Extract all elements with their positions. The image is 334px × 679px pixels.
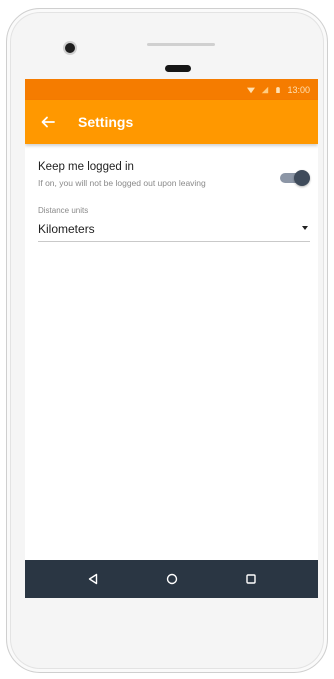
- arrow-left-icon: [41, 116, 55, 128]
- earpiece: [165, 65, 191, 72]
- status-bar: 13:00: [25, 79, 318, 100]
- back-button[interactable]: [38, 112, 58, 132]
- recents-square-icon: [245, 574, 256, 584]
- setting-keep-logged-in[interactable]: Keep me logged in If on, you will not be…: [38, 161, 310, 195]
- front-camera: [65, 43, 75, 53]
- keep-logged-in-toggle[interactable]: [280, 170, 310, 186]
- toggle-thumb: [294, 170, 310, 186]
- page-title: Settings: [78, 114, 134, 130]
- nav-back-button[interactable]: [81, 567, 105, 591]
- navigation-bar: [25, 560, 318, 598]
- wifi-icon: [247, 87, 256, 93]
- battery-icon: [276, 86, 281, 93]
- device-screen: 13:00 Settings Keep me logged in If on, …: [25, 79, 318, 598]
- speaker-grille: [147, 43, 215, 46]
- home-circle-icon: [166, 573, 177, 585]
- app-bar: Settings: [25, 100, 318, 144]
- caret-down-icon: [302, 226, 308, 230]
- setting-subtitle: If on, you will not be logged out upon l…: [38, 178, 206, 188]
- setting-title: Keep me logged in: [38, 161, 134, 173]
- back-triangle-icon: [88, 573, 97, 585]
- nav-recents-button[interactable]: [239, 567, 263, 591]
- distance-units-label: Distance units: [38, 206, 89, 215]
- distance-units-value: Kilometers: [38, 222, 95, 236]
- signal-icon: [262, 86, 269, 93]
- distance-units-select[interactable]: Kilometers: [38, 219, 310, 242]
- status-time: 13:00: [287, 84, 310, 95]
- nav-home-button[interactable]: [160, 567, 184, 591]
